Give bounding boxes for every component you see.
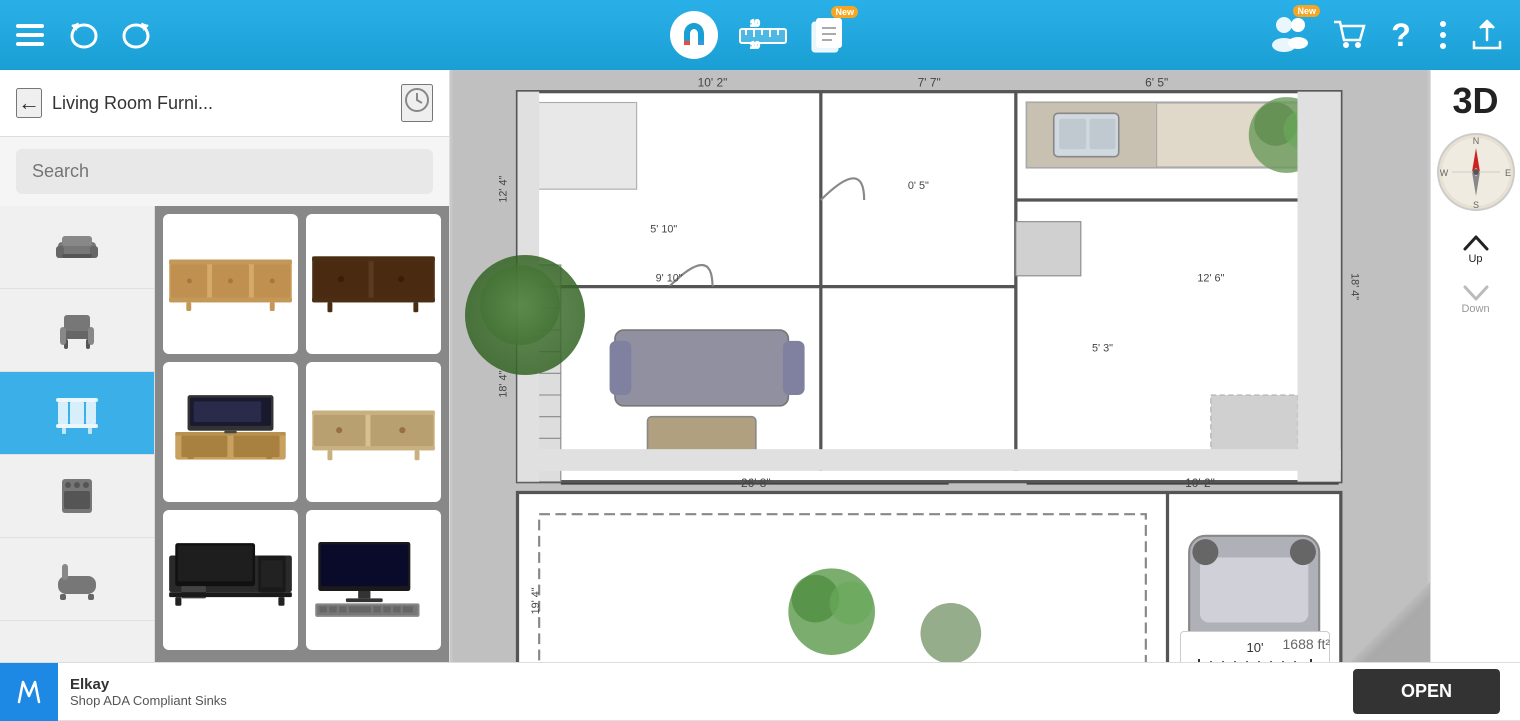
ad-open-button[interactable]: OPEN [1353, 669, 1500, 714]
ruler-button[interactable]: 10 10 [738, 15, 788, 55]
furniture-item-5[interactable] [163, 510, 298, 650]
down-label: Down [1461, 303, 1489, 315]
users-button[interactable]: New [1268, 13, 1312, 58]
ad-banner: Elkay Shop ADA Compliant Sinks OPEN [0, 662, 1520, 720]
ad-brand: Elkay [70, 676, 1353, 693]
svg-text:S: S [1472, 200, 1478, 210]
scale-label: 10' [1247, 640, 1264, 655]
upload-button[interactable] [1470, 18, 1504, 52]
toolbar: 10 10 New New [0, 0, 1520, 70]
furniture-item-4[interactable] [306, 362, 441, 502]
svg-text:10: 10 [751, 41, 760, 50]
new-badge: New [831, 6, 858, 18]
redo-button[interactable] [122, 21, 152, 49]
svg-text:9' 10": 9' 10" [656, 272, 683, 284]
furniture-item-6[interactable] [306, 510, 441, 650]
new-feature-button[interactable]: New [808, 14, 850, 56]
svg-text:0' 5": 0' 5" [908, 180, 929, 192]
undo-button[interactable] [68, 21, 98, 49]
svg-text:6' 5": 6' 5" [1145, 75, 1168, 89]
svg-text:10' 2": 10' 2" [698, 75, 728, 89]
ad-logo [0, 663, 58, 721]
furniture-item-3[interactable] [163, 362, 298, 502]
svg-text:N: N [1472, 136, 1479, 146]
svg-text:W: W [1439, 168, 1448, 178]
category-appliance[interactable] [0, 455, 154, 538]
category-sofa[interactable] [0, 206, 154, 289]
left-panel: ← Living Room Furni... [0, 70, 450, 720]
svg-text:18' 4": 18' 4" [1349, 273, 1361, 300]
users-new-badge: New [1293, 5, 1320, 17]
category-sidebar [0, 206, 155, 720]
furniture-item-1[interactable] [163, 214, 298, 354]
panel-body [0, 206, 449, 720]
ad-subtitle: Shop ADA Compliant Sinks [70, 693, 1353, 708]
right-controls: 3D N E S W [1430, 70, 1520, 720]
panel-header: ← Living Room Furni... [0, 70, 449, 137]
more-button[interactable] [1436, 18, 1450, 52]
category-bath[interactable] [0, 538, 154, 621]
view-3d-label[interactable]: 3D [1452, 80, 1498, 122]
history-button[interactable] [401, 84, 433, 122]
search-input[interactable] [16, 149, 433, 194]
floor-plan: 10' 2" 7' 7" 6' 5" 12' 4" 18' 4" 9' 10" … [450, 70, 1430, 720]
main-content: ← Living Room Furni... [0, 70, 1520, 720]
svg-text:5' 10": 5' 10" [650, 224, 677, 236]
tree-left-2 [480, 265, 560, 345]
help-button[interactable]: ? [1386, 18, 1416, 52]
svg-text:12' 4": 12' 4" [498, 176, 510, 203]
svg-text:5' 3": 5' 3" [1092, 343, 1113, 355]
category-chair[interactable] [0, 289, 154, 372]
category-tv-stand[interactable] [0, 372, 154, 455]
toolbar-center: 10 10 New [670, 11, 850, 59]
cart-button[interactable] [1332, 18, 1366, 52]
svg-text:19' 4": 19' 4" [530, 587, 542, 614]
furniture-item-2[interactable] [306, 214, 441, 354]
menu-button[interactable] [16, 24, 44, 46]
search-bar [0, 137, 449, 206]
items-grid [155, 206, 449, 720]
svg-text:?: ? [1391, 18, 1411, 52]
svg-text:E: E [1504, 168, 1510, 178]
nav-down-button[interactable]: Down [1436, 274, 1516, 324]
magnet-button[interactable] [670, 11, 718, 59]
svg-text:18' 4": 18' 4" [498, 371, 510, 398]
back-button[interactable]: ← [16, 88, 42, 118]
svg-text:10: 10 [751, 19, 760, 28]
svg-text:12' 6": 12' 6" [1197, 272, 1224, 284]
toolbar-right: New ? [1268, 13, 1504, 58]
up-label: Up [1468, 253, 1482, 265]
ad-text: Elkay Shop ADA Compliant Sinks [70, 676, 1353, 708]
compass: N E S W [1436, 132, 1516, 212]
area-label: 1688 ft² [1283, 636, 1330, 652]
panel-title: Living Room Furni... [52, 93, 391, 114]
svg-text:7' 7": 7' 7" [918, 75, 941, 89]
nav-up-button[interactable]: Up [1436, 224, 1516, 274]
